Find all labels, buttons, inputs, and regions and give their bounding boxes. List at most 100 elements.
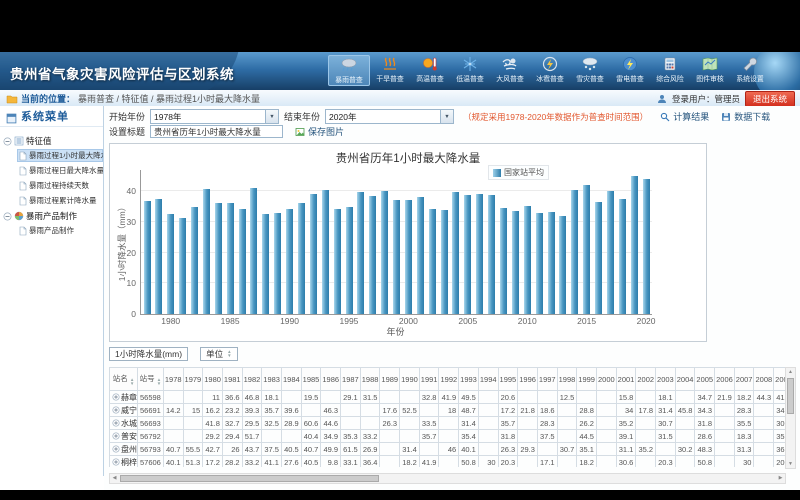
row-expand-icon[interactable] — [112, 445, 120, 453]
column-header-1984[interactable]: 1984 — [281, 368, 301, 391]
save-image-button[interactable]: 保存图片 — [295, 125, 344, 138]
sidebar-title: 系统菜单 — [21, 108, 69, 124]
column-header-1988[interactable]: 1988 — [360, 368, 380, 391]
chevron-down-icon: ▼ — [265, 110, 278, 123]
station-name-cell[interactable]: 赫章 — [110, 391, 138, 404]
chart-title: 贵州省历年1小时最大降水量 — [110, 150, 706, 166]
column-header-1998[interactable]: 1998 — [557, 368, 577, 391]
value-cell — [380, 430, 400, 443]
column-header-1992[interactable]: 1992 — [439, 368, 459, 391]
station-name-cell[interactable]: 水城 — [110, 417, 138, 430]
toolbar-item-drought[interactable]: 干旱普查 — [370, 55, 410, 86]
chart-title-input[interactable] — [150, 125, 283, 138]
row-expand-icon[interactable] — [112, 406, 120, 414]
value-cell: 31.1 — [616, 443, 636, 456]
tree-root-0[interactable]: 特征值 — [3, 135, 103, 147]
column-header-1994[interactable]: 1994 — [478, 368, 498, 391]
column-header-2007[interactable]: 2007 — [734, 368, 754, 391]
toolbar-item-high-temp[interactable]: 高温普查 — [410, 55, 450, 86]
column-header-1989[interactable]: 1989 — [380, 368, 400, 391]
column-header-1986[interactable]: 1986 — [321, 368, 341, 391]
tree-root-1[interactable]: 暴雨产品制作 — [3, 210, 103, 222]
value-type-box[interactable]: 1小时降水量(mm) — [109, 347, 188, 361]
horizontal-scrollbar[interactable]: ◀ ▶ — [109, 473, 786, 484]
column-header-2002[interactable]: 2002 — [636, 368, 656, 391]
scroll-left-icon[interactable]: ◀ — [110, 474, 119, 483]
bar-2008 — [500, 208, 507, 314]
tree-item-1-0[interactable]: 暴雨产品制作 — [17, 224, 103, 237]
column-header-1997[interactable]: 1997 — [537, 368, 557, 391]
column-header-2001[interactable]: 2001 — [616, 368, 636, 391]
scroll-right-icon[interactable]: ▶ — [776, 474, 785, 483]
station-id-cell: 56598 — [138, 391, 164, 404]
toolbar-item-wind[interactable]: 大风普查 — [490, 55, 530, 86]
tree-item-0-3[interactable]: 暴雨过程累计降水量 — [17, 194, 103, 207]
toolbar-item-lightning[interactable]: 雷电普查 — [610, 55, 650, 86]
end-year-select[interactable]: 2020年 ▼ — [325, 109, 454, 124]
unit-box[interactable]: 单位 ▲▼ — [200, 347, 237, 361]
chart-legend[interactable]: 国家站平均 — [488, 165, 549, 180]
column-header-1982[interactable]: 1982 — [242, 368, 262, 391]
breadcrumb-label: 当前的位置： — [21, 92, 75, 105]
start-year-select[interactable]: 1978年 ▼ — [150, 109, 279, 124]
row-expand-icon[interactable] — [112, 458, 120, 466]
column-header-1987[interactable]: 1987 — [341, 368, 361, 391]
y-tick-label: 30 — [112, 217, 136, 227]
column-header-1999[interactable]: 1999 — [577, 368, 597, 391]
value-cell: 41.9 — [439, 391, 459, 404]
toolbar-item-comprehensive-risk[interactable]: 综合风险 — [650, 55, 690, 86]
row-expand-icon[interactable] — [112, 432, 120, 440]
hscroll-thumb[interactable] — [120, 475, 379, 482]
column-header-2000[interactable]: 2000 — [596, 368, 616, 391]
station-name-cell[interactable]: 桐梓 — [110, 456, 138, 468]
chevron-down-icon: ▼ — [440, 110, 453, 123]
toolbar-item-settings[interactable]: 系统设置 — [730, 55, 770, 86]
logout-button[interactable]: 退出系统 — [745, 91, 795, 107]
toolbar-item-rainstorm[interactable]: 暴雨普查 — [328, 55, 370, 86]
column-header-站号[interactable]: 站号 ▲▼ — [138, 368, 164, 391]
column-header-2006[interactable]: 2006 — [715, 368, 735, 391]
value-cell: 35.7 — [419, 430, 439, 443]
column-header-1981[interactable]: 1981 — [222, 368, 242, 391]
user-icon — [657, 94, 667, 104]
vscroll-thumb[interactable] — [787, 378, 794, 414]
toolbar-item-map-review[interactable]: 图件审核 — [690, 55, 730, 86]
column-header-2005[interactable]: 2005 — [695, 368, 715, 391]
tree-item-0-0[interactable]: 暴雨过程1小时最大降水量 — [17, 149, 103, 162]
tree-item-0-1[interactable]: 暴雨过程日最大降水量 — [17, 164, 103, 177]
toolbar-item-hail[interactable]: 冰雹普查 — [530, 55, 570, 86]
column-header-1983[interactable]: 1983 — [262, 368, 282, 391]
row-expand-icon[interactable] — [112, 419, 120, 427]
toolbar-item-low-temp[interactable]: 低温普查 — [450, 55, 490, 86]
scroll-up-icon[interactable]: ▲ — [786, 368, 795, 376]
column-header-1990[interactable]: 1990 — [400, 368, 420, 391]
column-header-2008[interactable]: 2008 — [754, 368, 774, 391]
vertical-scrollbar[interactable]: ▲ ▼ — [785, 367, 796, 469]
toolbar-item-snow[interactable]: 雪灾普查 — [570, 55, 610, 86]
data-download-button[interactable]: 数据下载 — [721, 110, 770, 123]
bar-2015 — [583, 185, 590, 314]
column-header-站名[interactable]: 站名 ▲▼ — [110, 368, 138, 391]
column-header-1979[interactable]: 1979 — [183, 368, 203, 391]
scroll-down-icon[interactable]: ▼ — [786, 460, 795, 468]
value-cell — [754, 456, 774, 468]
column-header-2003[interactable]: 2003 — [656, 368, 676, 391]
column-header-1985[interactable]: 1985 — [301, 368, 321, 391]
column-header-1980[interactable]: 1980 — [203, 368, 223, 391]
station-name-cell[interactable]: 威宁 — [110, 404, 138, 417]
station-data-table: 站名 ▲▼站号 ▲▼197819791980198119821983198419… — [109, 367, 786, 467]
calculate-button[interactable]: 计算结果 — [660, 110, 709, 123]
tree-item-0-2[interactable]: 暴雨过程持续天数 — [17, 179, 103, 192]
column-header-1995[interactable]: 1995 — [498, 368, 518, 391]
column-header-1991[interactable]: 1991 — [419, 368, 439, 391]
station-name-cell[interactable]: 盘州 — [110, 443, 138, 456]
column-header-1993[interactable]: 1993 — [459, 368, 479, 391]
row-expand-icon[interactable] — [112, 393, 120, 401]
station-name-cell[interactable]: 普安 — [110, 430, 138, 443]
value-cell — [163, 417, 183, 430]
value-cell: 50.8 — [459, 456, 479, 468]
column-header-2004[interactable]: 2004 — [675, 368, 695, 391]
bar-2000 — [405, 200, 412, 314]
column-header-1996[interactable]: 1996 — [518, 368, 538, 391]
column-header-1978[interactable]: 1978 — [163, 368, 183, 391]
